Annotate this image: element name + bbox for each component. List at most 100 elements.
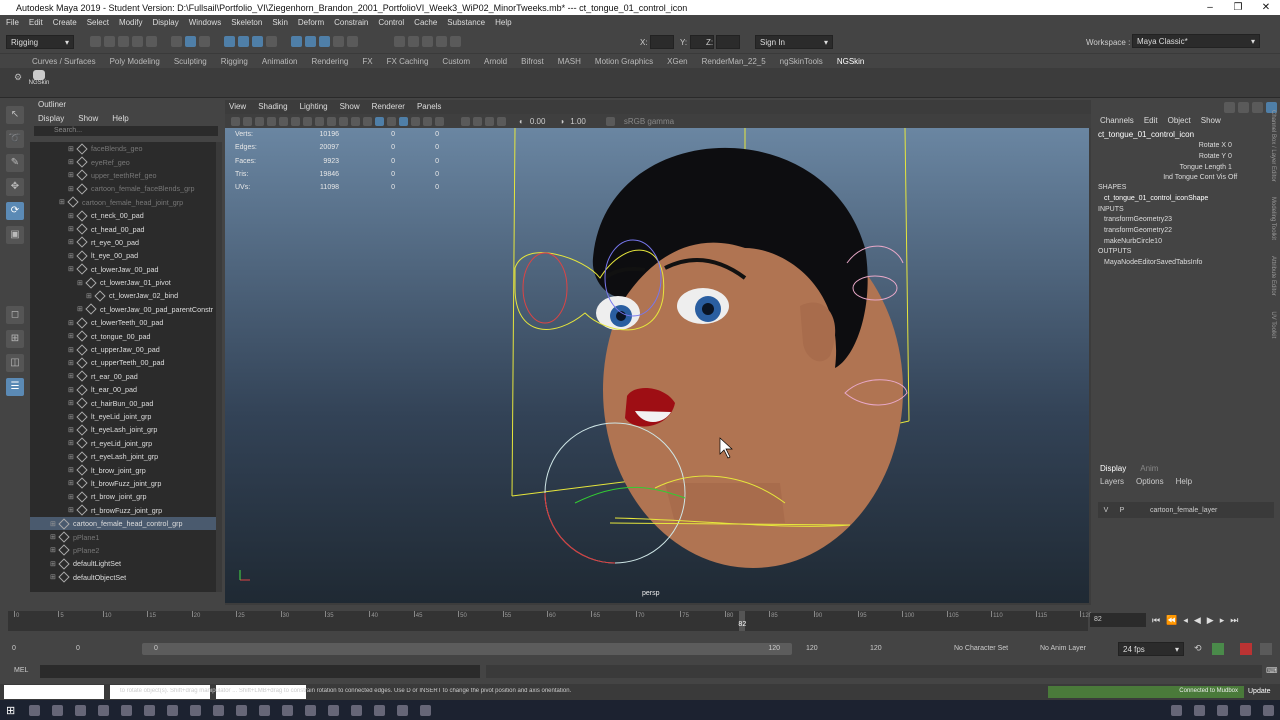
mel-input[interactable] bbox=[40, 665, 480, 678]
outliner-menu-display[interactable]: Display bbox=[38, 114, 64, 123]
render-settings-icon[interactable] bbox=[422, 36, 433, 47]
step-back-key-icon[interactable]: ⏪ bbox=[1166, 615, 1177, 626]
viewport-menu-lighting[interactable]: Lighting bbox=[300, 102, 328, 111]
outliner-item[interactable]: ⊞ rt_brow_joint_grp bbox=[30, 490, 216, 503]
app-icon[interactable] bbox=[236, 704, 248, 716]
shelf-tab[interactable]: RenderMan_22_5 bbox=[702, 57, 766, 66]
expand-icon[interactable]: ⊞ bbox=[50, 520, 58, 528]
menu-substance[interactable]: Substance bbox=[447, 18, 485, 27]
viewport-menu-renderer[interactable]: Renderer bbox=[372, 102, 405, 111]
outliner-item[interactable]: ⊞ rt_eyeLid_joint_grp bbox=[30, 437, 216, 450]
menu-display[interactable]: Display bbox=[153, 18, 179, 27]
save-scene-icon[interactable] bbox=[118, 36, 129, 47]
menu-file[interactable]: File bbox=[6, 18, 19, 27]
safe-title-icon[interactable] bbox=[351, 116, 360, 126]
playback-start-field[interactable]: 0 bbox=[76, 645, 80, 652]
app-icon[interactable] bbox=[305, 704, 317, 716]
app-icon[interactable] bbox=[328, 704, 340, 716]
camera-attributes-icon[interactable] bbox=[243, 116, 252, 126]
render-frame-icon[interactable] bbox=[394, 36, 405, 47]
anim-prefs-icon[interactable] bbox=[1260, 643, 1272, 655]
side-tab-modeling-toolkit[interactable]: Modeling Toolkit bbox=[1270, 197, 1276, 240]
expand-icon[interactable]: ⊞ bbox=[68, 171, 76, 179]
expand-icon[interactable]: ⊞ bbox=[68, 386, 76, 394]
tray-icon[interactable] bbox=[1240, 704, 1251, 716]
range-start-field[interactable]: 0 bbox=[12, 645, 16, 652]
outliner-item[interactable]: ⊞ ct_lowerJaw_00_pad_parentConstr bbox=[30, 303, 216, 316]
field-chart-icon[interactable] bbox=[327, 116, 336, 126]
expand-icon[interactable]: ⊞ bbox=[68, 212, 76, 220]
outliner-item[interactable]: ⊞ cartoon_female_head_control_grp bbox=[30, 516, 216, 531]
layer-name[interactable]: cartoon_female_layer bbox=[1150, 507, 1217, 514]
attribute-value[interactable]: 0 bbox=[1228, 153, 1232, 160]
select-object-icon[interactable] bbox=[185, 36, 196, 47]
outliner-item[interactable]: ⊞ cartoon_female_faceBlends_grp bbox=[30, 182, 216, 195]
outliner-item[interactable]: ⊞ rt_browFuzz_joint_grp bbox=[30, 504, 216, 517]
outliner-item[interactable]: ⊞ ct_neck_00_pad bbox=[30, 209, 216, 222]
outliner-item[interactable]: ⊞ defaultLightSet bbox=[30, 557, 216, 570]
shelf-tab[interactable]: FX Caching bbox=[387, 57, 429, 66]
expand-icon[interactable]: ⊞ bbox=[68, 158, 76, 166]
image-plane-icon[interactable] bbox=[267, 116, 276, 126]
expand-icon[interactable]: ⊞ bbox=[50, 546, 58, 554]
task-view-icon[interactable] bbox=[75, 704, 87, 716]
windows-start-icon[interactable]: ⊞ bbox=[6, 704, 15, 717]
expand-icon[interactable]: ⊞ bbox=[50, 573, 58, 581]
film-gate-icon[interactable] bbox=[291, 116, 300, 126]
open-scene-icon[interactable] bbox=[104, 36, 115, 47]
lock-icon[interactable] bbox=[347, 36, 358, 47]
layer-row[interactable]: V P cartoon_female_layer bbox=[1098, 502, 1274, 518]
outliner-menu-help[interactable]: Help bbox=[112, 114, 128, 123]
outliner-item[interactable]: ⊞ ct_tongue_00_pad bbox=[30, 329, 216, 342]
four-pane-layout-icon[interactable]: ⊞ bbox=[6, 330, 24, 348]
expand-icon[interactable]: ⊞ bbox=[59, 198, 67, 206]
outliner-item[interactable]: ⊞ pPlane2 bbox=[30, 544, 216, 557]
layer-visibility-toggle[interactable]: V bbox=[1098, 507, 1114, 514]
outliner-search-input[interactable]: Search... bbox=[34, 126, 218, 136]
shelf-tab[interactable]: Bifrost bbox=[521, 57, 544, 66]
outliner-item[interactable]: ⊞ lt_ear_00_pad bbox=[30, 383, 216, 396]
tab-display[interactable]: Display bbox=[1100, 464, 1126, 473]
outliner-item[interactable]: ⊞ ct_lowerJaw_01_pivot bbox=[30, 276, 216, 289]
playback-end-field[interactable]: 120 bbox=[806, 645, 818, 652]
shelf-tab[interactable]: Curves / Surfaces bbox=[32, 57, 96, 66]
loop-icon[interactable]: ⟲ bbox=[1194, 643, 1202, 654]
close-button[interactable]: ✕ bbox=[1252, 2, 1280, 13]
color-management-icon[interactable] bbox=[605, 116, 615, 126]
shadows-icon[interactable] bbox=[435, 116, 444, 126]
window-thumb[interactable] bbox=[4, 685, 104, 699]
current-frame-field[interactable]: 82 bbox=[1090, 613, 1146, 627]
expand-icon[interactable]: ⊞ bbox=[68, 479, 76, 487]
expand-icon[interactable]: ⊞ bbox=[68, 238, 76, 246]
channel-box-menu-show[interactable]: Show bbox=[1201, 116, 1221, 125]
expand-icon[interactable]: ⊞ bbox=[68, 439, 76, 447]
expand-icon[interactable]: ⊞ bbox=[68, 185, 76, 193]
input-node[interactable]: transformGeometry22 bbox=[1104, 227, 1172, 234]
menuset-dropdown[interactable]: Rigging ▾ bbox=[6, 35, 74, 49]
outliner-item[interactable]: ⊞ ct_upperJaw_00_pad bbox=[30, 343, 216, 356]
play-forward-icon[interactable]: ▶ bbox=[1207, 615, 1214, 626]
wireframe-icon[interactable] bbox=[363, 116, 372, 126]
tray-icon[interactable] bbox=[1263, 704, 1274, 716]
select-component-icon[interactable] bbox=[199, 36, 210, 47]
expand-icon[interactable]: ⊞ bbox=[68, 265, 76, 273]
outliner-item[interactable]: ⊞ lt_brow_joint_grp bbox=[30, 463, 216, 476]
go-to-end-icon[interactable]: ⏭ bbox=[1230, 615, 1238, 626]
expand-icon[interactable]: ⊞ bbox=[68, 359, 76, 367]
channel-box-menu-edit[interactable]: Edit bbox=[1144, 116, 1158, 125]
outliner-item[interactable]: ⊞ lt_eyeLash_joint_grp bbox=[30, 423, 216, 436]
app-icon[interactable] bbox=[259, 704, 271, 716]
expand-icon[interactable]: ⊞ bbox=[68, 399, 76, 407]
snap-surface-icon[interactable] bbox=[266, 36, 277, 47]
expand-icon[interactable]: ⊞ bbox=[86, 292, 94, 300]
maya-icon[interactable] bbox=[190, 704, 202, 716]
expand-icon[interactable]: ⊞ bbox=[50, 560, 58, 568]
channel-box-menu-object[interactable]: Object bbox=[1168, 116, 1191, 125]
firefox-icon[interactable] bbox=[144, 704, 156, 716]
outliner-menu-show[interactable]: Show bbox=[78, 114, 98, 123]
bookmarks-icon[interactable] bbox=[255, 116, 264, 126]
play-backward-icon[interactable]: ◀ bbox=[1194, 615, 1201, 626]
render-view-icon[interactable] bbox=[450, 36, 461, 47]
attribute-value[interactable]: 1 bbox=[1228, 164, 1232, 171]
script-editor-icon[interactable]: ⌨ bbox=[1266, 666, 1278, 675]
